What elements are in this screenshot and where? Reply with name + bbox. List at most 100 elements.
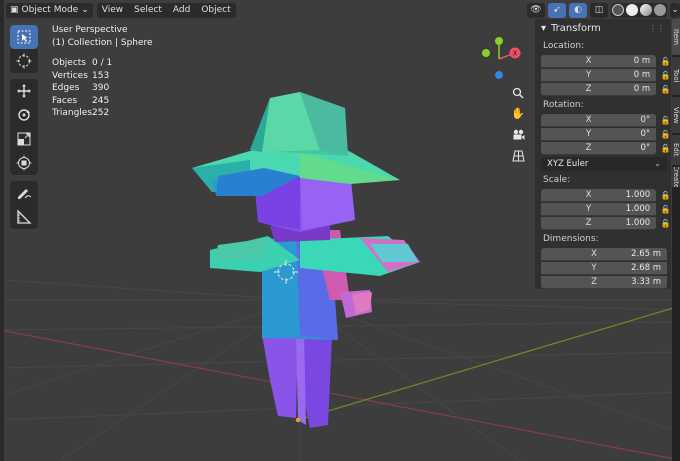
scale-x-field[interactable]: X 1.000: [541, 188, 657, 202]
stat-label: Faces: [52, 95, 78, 106]
mode-dropdown[interactable]: ▣ Object Mode ⌄: [6, 2, 93, 18]
grid-perspective-icon: [511, 150, 525, 162]
hand-icon: ✋: [511, 106, 525, 120]
view-info: User Perspective (1) Collection | Sphere: [52, 24, 153, 50]
stat-value: 245: [92, 95, 110, 106]
shading-modes: [611, 2, 667, 18]
rotation-z-field[interactable]: Z 0°: [541, 141, 657, 155]
tool-shelf: [10, 25, 38, 233]
tab-view[interactable]: View: [672, 97, 680, 133]
shading-options-icon[interactable]: ⌄: [670, 2, 680, 18]
tab-edit[interactable]: Edit: [672, 135, 680, 165]
object-mode-icon: ▣: [10, 5, 19, 15]
location-y-field[interactable]: Y 0 m: [541, 68, 657, 82]
rotate-tool[interactable]: [10, 103, 38, 127]
stat-row: Faces 245: [52, 95, 132, 108]
camera-icon: [513, 129, 524, 140]
xray-toggle-icon[interactable]: ◫: [590, 2, 608, 18]
zoom-view-button[interactable]: [509, 84, 527, 102]
pan-view-button[interactable]: ✋: [509, 104, 527, 122]
location-y-row: Y 0 m 🔓: [535, 68, 671, 82]
rotation-x-field[interactable]: X 0°: [541, 113, 657, 127]
collection-name: (1) Collection | Sphere: [52, 38, 153, 48]
drag-grip-icon[interactable]: ⋮⋮: [649, 24, 665, 33]
material-shading-icon[interactable]: [640, 4, 652, 16]
solid-shading-icon[interactable]: [626, 4, 638, 16]
menu-add[interactable]: Add: [168, 5, 195, 15]
axis-label: Z: [585, 142, 592, 153]
header-right-controls: 👁 ➹ ◐ ◫ ⌄: [527, 2, 680, 18]
origin-point: [295, 417, 301, 423]
lock-icon[interactable]: 🔓: [660, 191, 671, 200]
location-z-row: Z 0 m 🔓: [535, 82, 671, 96]
tool-group-select: [10, 25, 38, 73]
rotation-y-field[interactable]: Y 0°: [541, 127, 657, 141]
overlay-toggle-icon[interactable]: ◐: [569, 2, 587, 18]
cursor-tool[interactable]: [10, 49, 38, 73]
lock-icon[interactable]: 🔓: [660, 205, 671, 214]
gizmo-toggle-icon[interactable]: ➹: [548, 2, 566, 18]
navigation-gizmo[interactable]: X: [474, 36, 530, 82]
rendered-shading-icon[interactable]: [654, 4, 666, 16]
field-value: 1.000: [625, 217, 651, 228]
axis-label: X: [585, 189, 592, 200]
scale-label: Scale:: [543, 175, 571, 185]
location-z-field[interactable]: Z 0 m: [541, 82, 657, 96]
field-value: 0 m: [633, 55, 651, 66]
location-x-row: X 0 m 🔓: [535, 54, 671, 68]
location-x-field[interactable]: X 0 m: [541, 54, 657, 68]
measure-tool[interactable]: [10, 205, 38, 229]
move-tool[interactable]: [10, 79, 38, 103]
axis-label: Y: [585, 128, 592, 139]
field-value: 1.000: [625, 203, 651, 214]
visibility-icon[interactable]: 👁: [527, 2, 545, 18]
camera-view-button[interactable]: [509, 126, 527, 144]
gizmo-z-ball: [495, 71, 503, 79]
menu-view[interactable]: View: [97, 5, 128, 15]
scale-tool[interactable]: [10, 127, 38, 151]
lock-icon[interactable]: 🔓: [660, 144, 671, 153]
axis-label: Z: [585, 83, 592, 94]
axis-label: Z: [591, 276, 597, 287]
floor-grid: [0, 279, 680, 461]
move-arrows-icon: [17, 84, 31, 98]
dimensions-z-field[interactable]: Z 3.33 m: [541, 275, 667, 289]
field-value: 0 m: [633, 69, 651, 80]
scale-z-field[interactable]: Z 1.000: [541, 216, 657, 230]
tab-tool[interactable]: Tool: [672, 57, 680, 95]
gizmo-y-ball: [495, 37, 503, 45]
rotation-x-row: X 0° 🔓: [535, 113, 671, 127]
lock-icon[interactable]: 🔓: [660, 116, 671, 125]
lock-icon[interactable]: 🔓: [660, 57, 671, 66]
chevron-down-icon: ⌄: [653, 159, 661, 169]
tab-create[interactable]: Create: [672, 167, 680, 187]
dimensions-y-field[interactable]: Y 2.68 m: [541, 261, 667, 275]
axis-label: Y: [591, 262, 597, 273]
scale-y-row: Y 1.000 🔓: [535, 202, 671, 216]
transform-header[interactable]: ▾ Transform ⋮⋮: [535, 19, 671, 37]
perspective-toggle-button[interactable]: [509, 147, 527, 165]
character-mesh: [192, 92, 420, 428]
annotate-tool[interactable]: [10, 181, 38, 205]
axis-label: X: [591, 248, 597, 259]
rotation-z-row: Z 0° 🔓: [535, 141, 671, 155]
field-value: 2.68 m: [631, 262, 661, 273]
gizmo-neg-y: [482, 49, 490, 57]
gizmo-x-label: X: [513, 50, 518, 58]
menu-select[interactable]: Select: [129, 5, 167, 15]
stat-label: Edges: [52, 83, 80, 93]
transform-title: Transform: [551, 22, 601, 34]
lock-icon[interactable]: 🔓: [660, 71, 671, 80]
lock-icon[interactable]: 🔓: [660, 219, 671, 228]
rotation-mode-dropdown[interactable]: XYZ Euler ⌄: [541, 157, 667, 171]
scale-y-field[interactable]: Y 1.000: [541, 202, 657, 216]
axis-label: Y: [585, 69, 592, 80]
wireframe-shading-icon[interactable]: [612, 4, 624, 16]
menu-object[interactable]: Object: [196, 5, 235, 15]
transform-tool[interactable]: [10, 151, 38, 175]
lock-icon[interactable]: 🔓: [660, 85, 671, 94]
select-box-tool[interactable]: [10, 25, 38, 49]
lock-icon[interactable]: 🔓: [660, 130, 671, 139]
tab-item[interactable]: Item: [672, 19, 680, 55]
dimensions-x-field[interactable]: X 2.65 m: [541, 247, 667, 261]
